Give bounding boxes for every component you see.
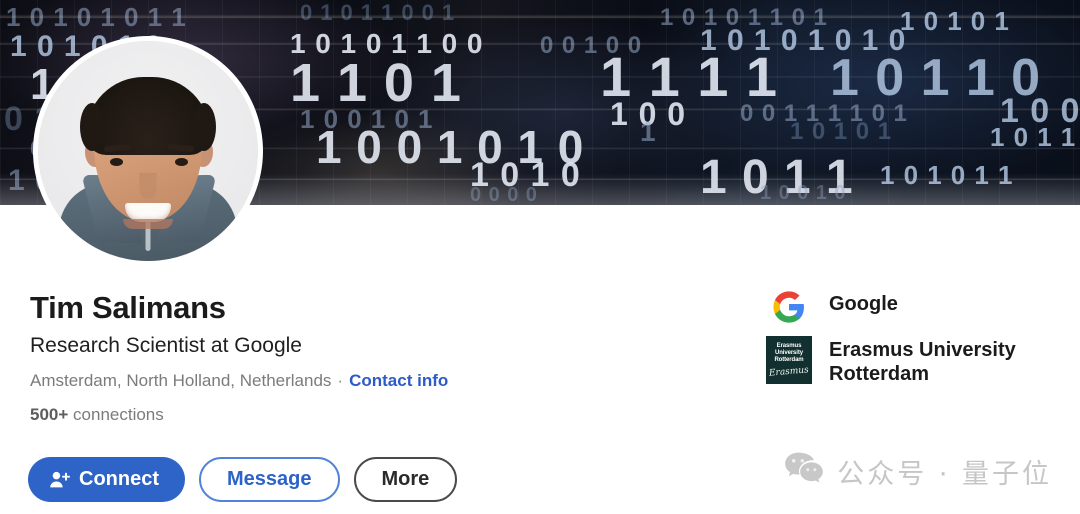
message-button[interactable]: Message [199,457,340,502]
person-add-icon [48,469,70,491]
connections-count-row: 500+ connections [30,405,670,425]
watermark: 公众号 · 量子位 [784,451,1052,492]
organization-name-erasmus: Erasmus University Rotterdam [829,336,1016,386]
organization-item-google[interactable]: Google [766,290,1056,324]
avatar-eye-left [110,158,123,166]
google-g-logo [766,290,812,324]
linkedin-profile-card: 1 0 1 0 1 0 1 10 1 0 1 1 0 0 11 0 1 0 1 … [0,0,1080,514]
organizations-list: Google Erasmus University Rotterdam Eras… [766,290,1056,398]
erasmus-logo-line-2: University [774,349,803,356]
profile-location: Amsterdam, North Holland, Netherlands [30,370,332,390]
organization-name-google: Google [829,293,898,315]
profile-headline: Research Scientist at Google [30,333,302,357]
avatar-nose [139,173,157,199]
erasmus-logo-signature: Erasmus [768,365,810,379]
avatar[interactable] [33,36,263,266]
organization-name-erasmus-line2: Rotterdam [829,363,930,385]
organization-name-erasmus-line1: Erasmus University [829,339,1016,361]
avatar-photo [38,41,258,261]
profile-info: Tim Salimans Research Scientist at Googl… [30,290,670,425]
connect-button[interactable]: Connect [28,457,185,502]
erasmus-logo-line-3: Rotterdam [774,357,804,364]
connect-button-label: Connect [79,468,159,490]
message-button-label: Message [227,468,312,490]
profile-name: Tim Salimans [30,290,226,325]
watermark-text: 公众号 · 量子位 [837,459,1052,490]
avatar-eye-right [175,158,188,166]
erasmus-logo-line-1: Erasmus [776,342,802,349]
more-button-label: More [381,468,430,490]
more-button[interactable]: More [353,457,458,502]
connections-label: connections [73,404,164,424]
wechat-logo [784,451,824,492]
organization-item-erasmus[interactable]: Erasmus University Rotterdam Erasmus Era… [766,336,1056,386]
contact-info-link[interactable]: Contact info [349,370,448,392]
location-row: Amsterdam, North Holland, Netherlands · … [30,370,670,392]
avatar-lower-lip [123,219,173,229]
profile-actions: Connect Message More [28,457,458,502]
connections-count: 500+ [30,404,69,424]
location-separator: · [337,370,344,390]
erasmus-university-rotterdam-logo: Erasmus University Rotterdam Erasmus [766,336,812,384]
